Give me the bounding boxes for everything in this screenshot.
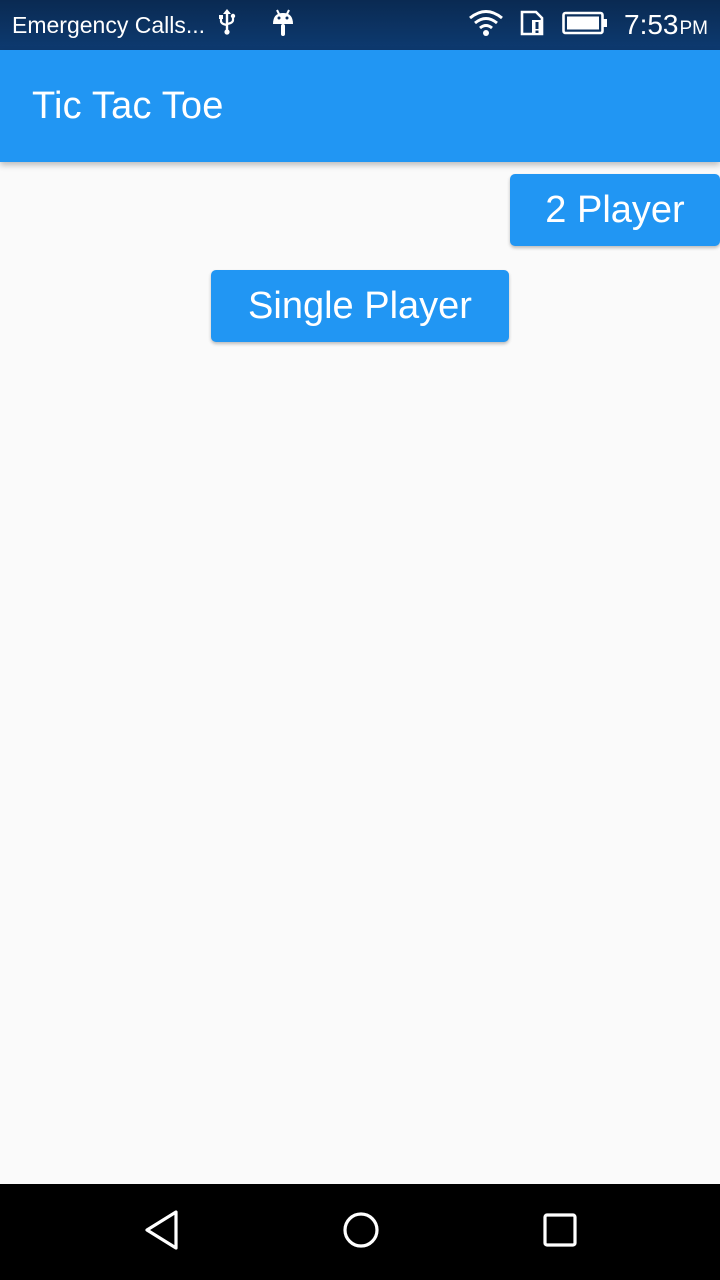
app-bar: Tic Tac Toe bbox=[0, 50, 720, 162]
back-icon bbox=[142, 1208, 182, 1257]
wifi-icon bbox=[468, 9, 504, 42]
status-right: 7:53 PM bbox=[468, 9, 708, 42]
recents-icon bbox=[541, 1211, 579, 1254]
status-bar: Emergency Calls... 7:53 PM bbox=[0, 0, 720, 50]
usb-icon bbox=[217, 9, 237, 41]
back-button[interactable] bbox=[132, 1202, 192, 1262]
single-player-button[interactable]: Single Player bbox=[211, 270, 509, 342]
app-title: Tic Tac Toe bbox=[32, 84, 224, 127]
two-player-button[interactable]: 2 Player bbox=[510, 174, 720, 246]
status-left: Emergency Calls... bbox=[12, 6, 295, 44]
navigation-bar bbox=[0, 1184, 720, 1280]
home-icon bbox=[341, 1210, 381, 1255]
battery-icon bbox=[562, 11, 608, 40]
sim-alert-icon bbox=[520, 10, 546, 41]
clock-ampm: PM bbox=[679, 18, 709, 39]
home-button[interactable] bbox=[331, 1202, 391, 1262]
recents-button[interactable] bbox=[530, 1202, 590, 1262]
android-debug-icon bbox=[271, 6, 295, 44]
clock: 7:53 PM bbox=[624, 9, 708, 41]
clock-time: 7:53 bbox=[624, 9, 679, 40]
carrier-text: Emergency Calls... bbox=[12, 11, 206, 38]
